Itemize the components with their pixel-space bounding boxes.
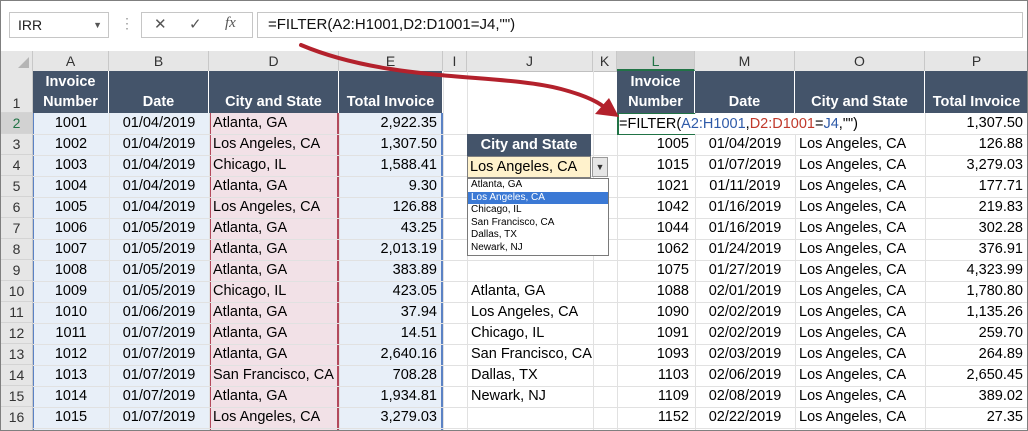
annotation-arrow bbox=[299, 43, 619, 117]
spreadsheet-window: IRR ▼ ⋮ ✕ ✓ fx =FILTER(A2:H1001,D2:D1001… bbox=[0, 0, 1028, 431]
arrow-curve bbox=[299, 43, 609, 112]
